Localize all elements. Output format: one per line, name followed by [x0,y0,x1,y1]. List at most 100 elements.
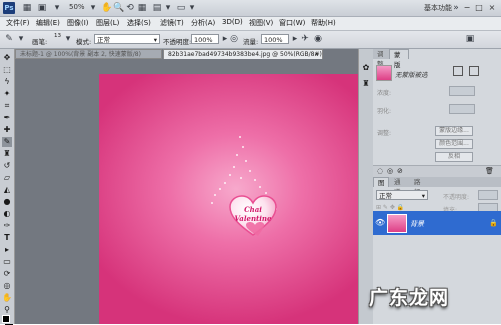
mask-edge-button[interactable]: 蒙版边缘... [435,126,473,136]
invert-button[interactable]: 反相 [435,152,473,162]
shape-tool-icon[interactable]: ▭ [2,257,12,267]
hand-tool-icon[interactable]: ✋ [2,293,12,303]
pressure-size-icon[interactable]: ◉ [313,34,323,44]
dropdown-arrow-icon[interactable]: ▾ [88,3,98,13]
tab-adjustments[interactable]: 调整 [373,49,389,68]
expand-icon[interactable]: » [451,3,461,13]
history-brush-tool-icon[interactable]: ↺ [2,161,12,171]
chevron-down-icon: ▾ [153,36,157,44]
eyedropper-tool-icon[interactable]: ✒ [2,113,12,123]
menu-help[interactable]: 帮助(H) [311,18,336,28]
tab-masks[interactable]: 蒙版 [389,49,409,69]
pressure-opacity-icon[interactable]: ◎ [229,34,239,44]
close-tab-icon[interactable]: × [314,50,319,59]
pixel-mask-icon[interactable] [453,66,463,76]
zoom-level-select[interactable]: 50% [69,3,85,11]
brush-panel-icon[interactable]: ▣ [465,34,475,44]
dropdown-arrow-icon[interactable]: ▾ [52,3,62,13]
delete-mask-icon[interactable]: 🗑 [485,167,494,175]
menu-window[interactable]: 窗口(W) [279,18,305,28]
disable-mask-icon[interactable]: ⊘ [397,167,403,175]
tab-paths[interactable]: 路径 [410,177,429,196]
tab-channels[interactable]: 通道 [390,177,409,196]
tab-untitled-1[interactable]: 未标题-1 @ 100%(背景 副本 2, 快速蒙版/8) [15,49,162,59]
blend-mode-select[interactable]: 正常 ▾ [94,34,160,44]
lock-icons[interactable]: ⊞ ✎ ✥ 🔒 [376,204,404,211]
menu-edit[interactable]: 编辑(E) [36,18,60,28]
dropdown-arrow-icon[interactable]: ▾ [163,3,173,13]
close-button[interactable]: × [487,2,497,13]
masks-footer: ◌ ◎ ⊘ 🗑 [373,165,501,177]
sparkle [242,146,244,148]
airbrush-icon[interactable]: ✈ [300,34,310,44]
arrange-documents-icon[interactable]: ▤ [152,3,162,13]
eraser-tool-icon[interactable]: ▱ [2,173,12,183]
layer-name[interactable]: 背景 [410,219,424,229]
brush-tool-icon[interactable]: ✎ [4,34,14,44]
sparkle [229,174,231,176]
brush-size-preview[interactable]: 13 [54,33,61,39]
opacity-label: 不透明度: [163,38,192,46]
mini-bridge-icon[interactable]: ▣ [37,3,47,13]
menu-3d[interactable]: 3D(D) [222,18,243,26]
dropdown-arrow-icon[interactable]: ▸ [290,34,300,44]
grid-view-icon[interactable]: ▦ [137,3,147,13]
move-tool-icon[interactable]: ✥ [2,53,12,63]
feather-input[interactable] [449,104,475,114]
zoom-tool-icon[interactable]: ⚲ [2,305,12,315]
menu-layer[interactable]: 图层(L) [96,18,119,28]
menu-analysis[interactable]: 分析(A) [191,18,215,28]
zoom-tool-icon[interactable]: 🔍 [113,3,124,13]
tab-valentine-jpg[interactable]: 82b31ae7bad49734b9383be4.jpg @ 50%(RGB/8… [163,49,323,59]
tools-panel: ✥ ⬚ ϟ ✦ ⌗ ✒ ✚ ✎ ♜ ↺ ▱ ◭ ● ◐ ✑ T ▸ ▭ ⟳ ◎ … [0,49,15,325]
menu-select[interactable]: 选择(S) [127,18,151,28]
clone-source-icon[interactable]: ♜ [361,79,371,89]
hand-tool-icon[interactable]: ✋ [101,3,112,13]
flow-input[interactable]: 100% [261,34,289,44]
crop-tool-icon[interactable]: ⌗ [2,101,12,111]
layer-blend-mode-select[interactable]: 正常 ▾ [376,190,428,200]
menu-view[interactable]: 视图(V) [249,18,273,28]
visibility-eye-icon[interactable]: 👁 [375,218,385,227]
apply-mask-icon[interactable]: ◎ [387,167,393,175]
pen-tool-icon[interactable]: ✑ [2,221,12,231]
tab-layers[interactable]: 图层 [373,177,389,197]
quick-select-tool-icon[interactable]: ✦ [2,89,12,99]
opacity-input[interactable]: 100% [191,34,219,44]
dropdown-arrow-icon[interactable]: ▾ [16,34,26,44]
heart-artwork: Chai Valentine [228,195,278,237]
marquee-tool-icon[interactable]: ⬚ [2,65,12,75]
dropdown-arrow-icon[interactable]: ▾ [187,3,197,13]
dodge-tool-icon[interactable]: ◐ [2,209,12,219]
density-input[interactable] [449,86,475,96]
rotate-view-icon[interactable]: ⟲ [125,3,135,13]
screen-mode-icon[interactable]: ▭ [176,3,186,13]
healing-brush-tool-icon[interactable]: ✚ [2,125,12,135]
3d-rotate-tool-icon[interactable]: ⟳ [2,269,12,279]
blur-tool-icon[interactable]: ● [2,197,12,207]
gradient-tool-icon[interactable]: ◭ [2,185,12,195]
path-select-tool-icon[interactable]: ▸ [2,245,12,255]
brush-presets-icon[interactable]: ✿ [361,63,371,73]
workspace-switcher[interactable]: 基本功能 [424,3,452,13]
lasso-tool-icon[interactable]: ϟ [2,77,12,87]
load-selection-icon[interactable]: ◌ [377,167,383,175]
vector-mask-icon[interactable] [469,66,479,76]
clone-stamp-tool-icon[interactable]: ♜ [2,149,12,159]
mode-label: 模式: [76,38,92,46]
brush-tool-icon[interactable]: ✎ [2,137,12,147]
layer-opacity-input[interactable] [478,190,498,200]
dropdown-arrow-icon[interactable]: ▾ [63,34,73,44]
maximize-button[interactable]: □ [474,2,484,13]
3d-orbit-tool-icon[interactable]: ◎ [2,281,12,291]
color-range-button[interactable]: 颜色范围... [435,139,473,149]
foreground-color-swatch[interactable] [2,315,10,323]
bridge-icon[interactable]: ▦ [22,3,32,13]
lock-icon: 🔒 [489,219,498,227]
layer-row-background[interactable]: 👁 背景 🔒 [373,211,501,235]
minimize-button[interactable]: − [462,2,472,13]
menu-file[interactable]: 文件(F) [6,18,30,28]
type-tool-icon[interactable]: T [2,233,12,243]
menu-image[interactable]: 图像(I) [67,18,89,28]
menu-filter[interactable]: 滤镜(T) [160,18,184,28]
